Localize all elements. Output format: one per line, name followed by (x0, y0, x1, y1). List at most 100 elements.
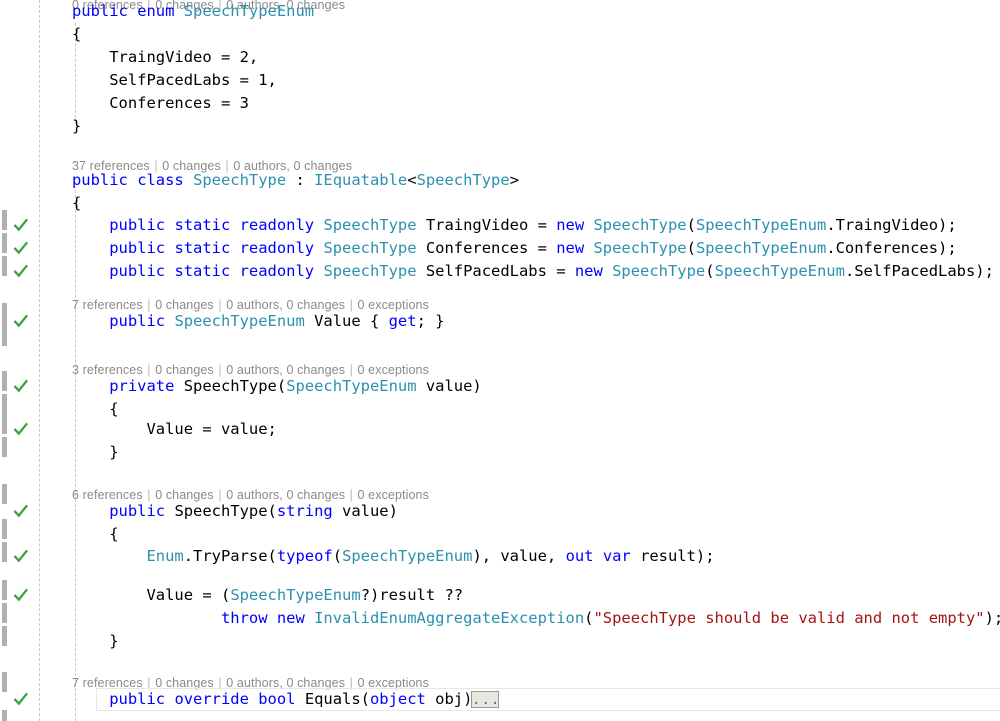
token-pln: > (509, 171, 519, 189)
code-line[interactable] (0, 333, 1000, 356)
code-text[interactable]: { (72, 523, 118, 546)
token-pln: ?)result ?? (360, 586, 464, 604)
test-pass-check-icon[interactable] (13, 688, 31, 711)
token-typ: SpeechType (593, 239, 687, 257)
token-pln (72, 312, 109, 330)
token-kw: readonly (239, 239, 324, 257)
test-pass-check-icon[interactable] (13, 310, 31, 333)
token-kw: class (137, 171, 194, 189)
token-pln (72, 239, 109, 257)
token-pln (72, 547, 147, 565)
token-kw: static (174, 216, 240, 234)
token-kw: bool (258, 690, 305, 708)
code-text[interactable]: public static readonly SpeechType Traing… (72, 214, 956, 237)
token-typ: SpeechTypeEnum (695, 239, 827, 257)
code-line[interactable]: public static readonly SpeechType SelfPa… (0, 260, 1000, 283)
code-line[interactable]: } (0, 115, 1000, 138)
code-text[interactable]: { (72, 192, 81, 215)
code-text[interactable]: public SpeechType(string value) (72, 500, 398, 523)
token-typ: SpeechType (323, 239, 417, 257)
code-editor[interactable]: 0 references | 0 changes | 0 authors, 0 … (0, 0, 1000, 721)
token-pln: ( (686, 216, 696, 234)
token-pln: obj) (425, 690, 473, 708)
test-pass-check-icon[interactable] (13, 500, 31, 523)
token-pln: result); (640, 547, 715, 565)
code-text[interactable]: public SpeechTypeEnum Value { get; } (72, 310, 445, 333)
code-text[interactable]: TraingVideo = 2, (72, 46, 258, 69)
code-text[interactable]: { (72, 23, 81, 46)
code-line[interactable] (0, 464, 1000, 487)
code-text[interactable]: } (72, 630, 119, 653)
code-text[interactable]: public static readonly SpeechType Confer… (72, 237, 956, 260)
code-line[interactable]: { (0, 23, 1000, 46)
token-kw: public (109, 216, 175, 234)
code-text[interactable]: SelfPacedLabs = 1, (72, 69, 277, 92)
code-line[interactable]: public enum SpeechTypeEnum (0, 0, 1000, 23)
collapsed-region-box[interactable]: ... (471, 691, 499, 708)
token-str: "SpeechType should be valid and not empt… (593, 609, 985, 627)
token-pln: : (286, 171, 315, 189)
test-pass-check-icon[interactable] (13, 237, 31, 260)
code-text[interactable]: Conferences = 3 (72, 92, 249, 115)
code-line[interactable]: { (0, 192, 1000, 215)
code-text[interactable]: Value = (SpeechTypeEnum?)result ?? (72, 584, 463, 607)
code-text[interactable]: Enum.TryParse(typeof(SpeechTypeEnum), va… (72, 545, 715, 568)
code-line[interactable]: public override bool Equals(object obj).… (0, 688, 1000, 711)
code-line[interactable]: Conferences = 3 (0, 92, 1000, 115)
code-line[interactable]: { (0, 523, 1000, 546)
test-pass-check-icon[interactable] (13, 545, 31, 568)
code-text[interactable]: public class SpeechType : IEquatable<Spe… (72, 169, 519, 192)
token-pln: Equals( (304, 690, 370, 708)
token-kw: public (109, 312, 175, 330)
token-pln: Value = value; (72, 420, 277, 438)
code-text[interactable]: Value = value; (72, 418, 277, 441)
token-kw: private (109, 377, 184, 395)
token-pln: } (72, 443, 119, 461)
token-typ: SpeechTypeEnum (174, 312, 305, 330)
test-pass-check-icon[interactable] (13, 375, 31, 398)
code-line[interactable]: Value = value; (0, 418, 1000, 441)
token-pln: TraingVideo = (416, 216, 557, 234)
code-line[interactable]: Enum.TryParse(typeof(SpeechTypeEnum), va… (0, 545, 1000, 568)
code-text[interactable]: public enum SpeechTypeEnum (72, 0, 314, 23)
code-line[interactable]: SelfPacedLabs = 1, (0, 69, 1000, 92)
token-pln: ( (332, 547, 343, 565)
code-text[interactable]: } (72, 441, 119, 464)
token-pln: ); (984, 609, 1000, 627)
token-pln (72, 690, 109, 708)
code-line[interactable]: public SpeechTypeEnum Value { get; } (0, 310, 1000, 333)
token-pln: ; } (416, 312, 445, 330)
code-text[interactable]: private SpeechType(SpeechTypeEnum value) (72, 375, 482, 398)
code-text[interactable]: } (72, 115, 81, 138)
code-line[interactable]: } (0, 630, 1000, 653)
code-text[interactable]: public override bool Equals(object obj) (72, 688, 472, 711)
code-line[interactable]: Value = (SpeechTypeEnum?)result ?? (0, 584, 1000, 607)
test-pass-check-icon[interactable] (13, 584, 31, 607)
token-typ: SpeechType (193, 171, 287, 189)
token-typ: SpeechTypeEnum (183, 2, 315, 20)
token-pln: Value = ( (72, 586, 231, 604)
token-pln: value) (332, 502, 398, 520)
code-line[interactable]: public static readonly SpeechType Confer… (0, 237, 1000, 260)
token-kw: new (276, 609, 315, 627)
code-line[interactable]: public static readonly SpeechType Traing… (0, 214, 1000, 237)
code-line[interactable]: private SpeechType(SpeechTypeEnum value) (0, 375, 1000, 398)
token-kw: public (109, 690, 175, 708)
token-kw: public (109, 262, 175, 280)
code-line[interactable]: public class SpeechType : IEquatable<Spe… (0, 169, 1000, 192)
token-pln: .TryParse( (183, 547, 277, 565)
token-typ: SpeechTypeEnum (230, 586, 361, 604)
code-line[interactable] (0, 653, 1000, 676)
code-line[interactable]: } (0, 441, 1000, 464)
code-line[interactable]: throw new InvalidEnumAggregateException(… (0, 607, 1000, 630)
code-text[interactable]: public static readonly SpeechType SelfPa… (72, 260, 994, 283)
code-line[interactable]: TraingVideo = 2, (0, 46, 1000, 69)
test-pass-check-icon[interactable] (13, 214, 31, 237)
test-pass-check-icon[interactable] (13, 260, 31, 283)
token-pln: SpeechType( (174, 502, 277, 520)
token-pln: } (72, 632, 119, 650)
code-line[interactable]: public SpeechType(string value) (0, 500, 1000, 523)
code-text[interactable]: throw new InvalidEnumAggregateException(… (72, 607, 1000, 630)
test-pass-check-icon[interactable] (13, 418, 31, 441)
token-pln: ( (705, 262, 715, 280)
